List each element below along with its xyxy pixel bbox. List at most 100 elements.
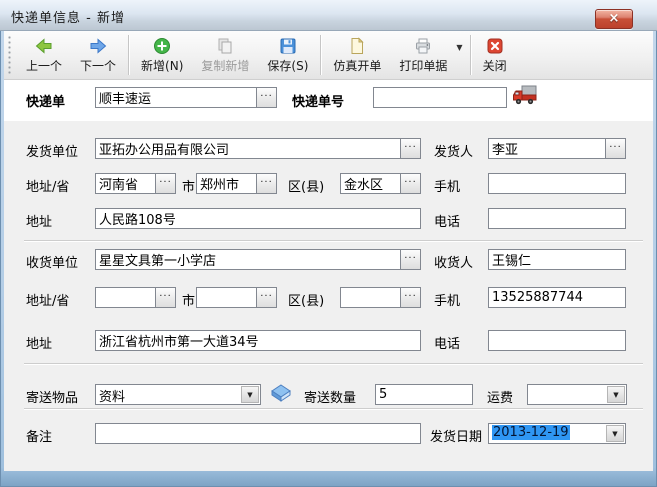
receiver-district-browse-button[interactable]: ··· — [400, 288, 420, 307]
previous-label: 上一个 — [26, 57, 62, 74]
toolbar-separator — [128, 35, 129, 75]
receiver-city-browse-button[interactable]: ··· — [256, 288, 276, 307]
close-button[interactable]: 关闭 — [474, 33, 516, 77]
truck-icon[interactable] — [512, 83, 538, 111]
sender-person-browse-button[interactable]: ··· — [605, 139, 625, 158]
sender-phone-label: 电话 — [434, 211, 460, 230]
tracking-number-label: 快递单号 — [292, 91, 344, 110]
note-field — [95, 423, 421, 444]
sender-city-browse-button[interactable]: ··· — [256, 174, 276, 193]
add-icon — [153, 37, 171, 55]
receiver-district-input[interactable] — [341, 288, 400, 307]
copy-new-button: 复制新增 — [192, 33, 258, 77]
fee-value — [528, 385, 606, 404]
fee-combobox[interactable]: ▼ — [527, 384, 627, 405]
sender-district-input[interactable] — [341, 174, 400, 193]
receiver-province-input[interactable] — [96, 288, 155, 307]
previous-button[interactable]: 上一个 — [17, 33, 71, 77]
item-value: 资料 — [96, 385, 240, 404]
item-dropdown-button[interactable]: ▼ — [241, 386, 259, 403]
next-button[interactable]: 下一个 — [71, 33, 125, 77]
sender-district-browse-button[interactable]: ··· — [400, 174, 420, 193]
sender-mobile-label: 手机 — [434, 176, 460, 195]
copy-icon — [216, 37, 234, 55]
sender-district-label: 区(县) — [288, 176, 324, 195]
sender-unit-field: ··· — [95, 138, 421, 159]
section-separator — [24, 240, 643, 242]
sender-mobile-field — [488, 173, 626, 194]
sender-unit-input[interactable] — [96, 139, 400, 158]
toolbar-separator — [470, 35, 471, 75]
sender-address-input[interactable] — [96, 209, 420, 228]
section-separator — [24, 363, 643, 365]
quantity-input[interactable] — [376, 385, 472, 404]
receiver-phone-input[interactable] — [489, 331, 625, 350]
receiver-city-input[interactable] — [197, 288, 256, 307]
receiver-phone-label: 电话 — [434, 333, 460, 352]
window-close-button[interactable]: × — [595, 9, 633, 29]
print-label: 打印单据 — [399, 57, 447, 74]
arrow-left-icon — [35, 37, 53, 55]
ship-date-dropdown-button[interactable]: ▼ — [606, 425, 624, 442]
sender-unit-browse-button[interactable]: ··· — [400, 139, 420, 158]
receiver-address-label: 地址 — [26, 333, 52, 352]
item-combobox[interactable]: 资料 ▼ — [95, 384, 261, 405]
toolbar-grip — [8, 36, 12, 74]
sender-phone-field — [488, 208, 626, 229]
copy-new-label: 复制新增 — [201, 57, 249, 74]
arrow-right-icon — [89, 37, 107, 55]
section-separator — [24, 408, 643, 410]
note-label: 备注 — [26, 426, 52, 445]
receiver-district-field: ··· — [340, 287, 421, 308]
sender-city-input[interactable] — [197, 174, 256, 193]
receiver-mobile-field — [488, 287, 626, 308]
sender-mobile-input[interactable] — [489, 174, 625, 193]
document-icon — [348, 37, 366, 55]
toolbar-separator — [320, 35, 321, 75]
carrier-browse-button[interactable]: ··· — [256, 88, 276, 107]
titlebar: 快递单信息 - 新增 × — [0, 0, 657, 31]
toolbar: 上一个 下一个 新增(N) 复制新增 — [4, 31, 653, 80]
close-icon — [486, 37, 504, 55]
receiver-address-input[interactable] — [96, 331, 420, 350]
new-label: 新增(N) — [141, 57, 183, 74]
sender-person-input[interactable] — [489, 139, 605, 158]
sender-province-label: 地址/省 — [26, 176, 69, 195]
sender-province-field: ··· — [95, 173, 176, 194]
close-label: 关闭 — [483, 57, 507, 74]
express-order-dialog: 快递单信息 - 新增 × 上一个 下一个 — [0, 0, 657, 487]
ship-date-label: 发货日期 — [430, 426, 482, 445]
save-label: 保存(S) — [267, 57, 308, 74]
receiver-unit-field: ··· — [95, 249, 421, 270]
item-label: 寄送物品 — [26, 387, 78, 406]
tracking-number-input[interactable] — [374, 88, 506, 107]
receiver-mobile-label: 手机 — [434, 290, 460, 309]
sender-province-input[interactable] — [96, 174, 155, 193]
receiver-person-input[interactable] — [489, 250, 625, 269]
sender-person-label: 发货人 — [434, 141, 473, 160]
carrier-input[interactable] — [96, 88, 256, 107]
ship-date-picker[interactable]: 2013-12-19 ▼ — [488, 423, 626, 444]
fee-dropdown-button[interactable]: ▼ — [607, 386, 625, 403]
receiver-province-label: 地址/省 — [26, 290, 69, 309]
print-dropdown-caret[interactable]: ▼ — [456, 43, 466, 68]
note-input[interactable] — [96, 424, 420, 443]
sender-city-label: 市 — [182, 176, 195, 195]
receiver-province-browse-button[interactable]: ··· — [155, 288, 175, 307]
receiver-unit-browse-button[interactable]: ··· — [400, 250, 420, 269]
simulate-billing-button[interactable]: 仿真开单 — [324, 33, 390, 77]
next-label: 下一个 — [80, 57, 116, 74]
fee-label: 运费 — [487, 387, 513, 406]
receiver-phone-field — [488, 330, 626, 351]
new-button[interactable]: 新增(N) — [132, 33, 192, 77]
print-button[interactable]: 打印单据 — [390, 33, 456, 77]
receiver-mobile-input[interactable] — [489, 288, 625, 307]
receiver-person-label: 收货人 — [434, 252, 473, 271]
receiver-unit-input[interactable] — [96, 250, 400, 269]
sender-phone-input[interactable] — [489, 209, 625, 228]
save-button[interactable]: 保存(S) — [258, 33, 317, 77]
sender-city-field: ··· — [196, 173, 277, 194]
window-title: 快递单信息 - 新增 — [11, 7, 125, 26]
receiver-address-field — [95, 330, 421, 351]
sender-province-browse-button[interactable]: ··· — [155, 174, 175, 193]
